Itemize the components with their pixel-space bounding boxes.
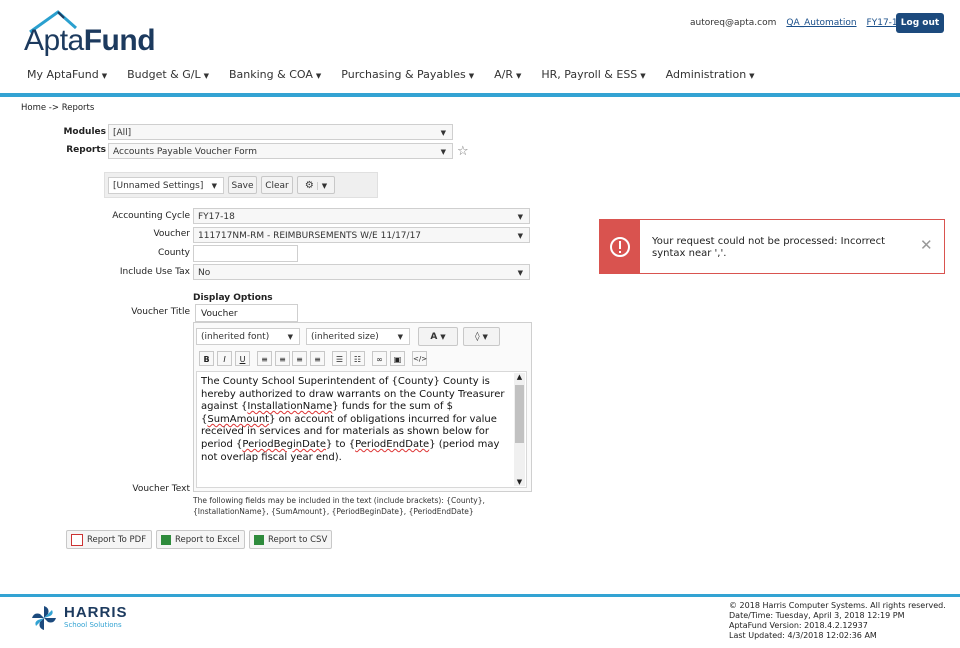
include-use-tax-select[interactable]: No ▼ (193, 264, 530, 280)
scroll-down-icon[interactable]: ▼ (514, 478, 525, 486)
gear-icon: ⚙ (304, 180, 314, 191)
fields-hint: The following fields may be included in … (193, 496, 485, 516)
nav-administration[interactable]: Administration ▼ (666, 68, 755, 81)
report-to-csv-button[interactable]: Report to CSV (249, 530, 332, 549)
voucher-text-label: Voucher Text (132, 484, 190, 494)
excel-icon (161, 534, 171, 545)
background-color-button[interactable]: ◊ ▼ (463, 327, 500, 346)
nav-my-aptafund[interactable]: My AptaFund ▼ (27, 68, 107, 81)
save-button[interactable]: Save (228, 176, 257, 194)
voucher-select[interactable]: 111717NM-RM - REIMBURSEMENTS W/E 11/17/1… (193, 227, 530, 243)
chevron-down-icon: ▼ (315, 72, 322, 80)
county-input[interactable] (193, 245, 298, 262)
user-link[interactable]: QA_Automation (786, 18, 856, 28)
chevron-down-icon: ▼ (749, 72, 755, 80)
include-use-tax-label: Include Use Tax (119, 267, 190, 277)
chevron-down-icon: ▼ (440, 333, 446, 341)
align-center-icon[interactable]: ≡ (275, 351, 290, 366)
fill-drop-icon: ◊ (475, 332, 480, 342)
chevron-down-icon: ▼ (440, 148, 446, 156)
font-family-select[interactable]: (inherited font) ▼ (196, 328, 300, 345)
italic-button[interactable]: I (217, 351, 232, 366)
chevron-down-icon: ▼ (316, 182, 328, 190)
voucher-text-body: The County School Superintendent of {Cou… (201, 376, 505, 463)
reports-select[interactable]: Accounts Payable Voucher Form ▼ (108, 143, 453, 159)
nav-hr-payroll-ess[interactable]: HR, Payroll & ESS ▼ (541, 68, 645, 81)
nav-ar[interactable]: A/R ▼ (494, 68, 521, 81)
breadcrumb[interactable]: Home -> Reports (21, 103, 94, 113)
close-icon[interactable]: ✕ (920, 236, 933, 254)
bold-button[interactable]: B (199, 351, 214, 366)
logo-text-light: Apta (24, 24, 84, 57)
harris-subtitle: School Solutions (64, 621, 122, 629)
voucher-title-input[interactable]: Voucher (195, 304, 298, 322)
harris-pinwheel-icon (32, 606, 56, 630)
display-options-heading: Display Options (193, 293, 273, 303)
chevron-down-icon: ▼ (517, 213, 523, 221)
county-label: County (157, 248, 190, 258)
logo-text-bold: Fund (83, 24, 156, 57)
logout-button[interactable]: Log out (896, 13, 944, 33)
aptafund-logo[interactable]: AptaFund (24, 10, 156, 58)
chevron-down-icon: ▼ (101, 72, 108, 80)
report-to-excel-button[interactable]: Report to Excel (156, 530, 245, 549)
voucher-title-label: Voucher Title (131, 307, 190, 317)
chevron-down-icon: ▼ (515, 72, 522, 80)
chevron-down-icon: ▼ (468, 72, 475, 80)
font-color-button[interactable]: A ▼ (418, 327, 458, 346)
voucher-label: Voucher (153, 229, 190, 239)
align-left-icon[interactable]: ≡ (257, 351, 272, 366)
error-alert: Your request could not be processed: Inc… (599, 219, 945, 274)
bullet-list-icon[interactable]: ☰ (332, 351, 347, 366)
footer-accent-bar (0, 594, 960, 597)
exclamation-circle-icon (610, 237, 630, 257)
alert-icon-panel (600, 220, 640, 273)
chevron-down-icon: ▼ (287, 333, 293, 341)
top-links: autoreq@apta.com QA_Automation FY17-18 (690, 18, 903, 28)
accounting-cycle-select[interactable]: FY17-18 ▼ (193, 208, 530, 224)
scrollbar-thumb[interactable] (515, 385, 524, 443)
report-to-pdf-button[interactable]: Report To PDF (66, 530, 152, 549)
chevron-down-icon: ▼ (482, 333, 488, 341)
error-message: Your request could not be processed: Inc… (652, 236, 885, 259)
editor-content-area[interactable]: The County School Superintendent of {Cou… (196, 371, 527, 488)
modules-select[interactable]: [All] ▼ (108, 124, 453, 140)
chevron-down-icon: ▼ (440, 129, 446, 137)
image-icon[interactable]: ▣ (390, 351, 405, 366)
link-icon[interactable]: ∞ (372, 351, 387, 366)
favorite-star-icon[interactable]: ☆ (457, 144, 469, 159)
align-justify-icon[interactable]: ≡ (310, 351, 325, 366)
nav-budget-gl[interactable]: Budget & G/L ▼ (127, 68, 209, 81)
settings-gear-button[interactable]: ⚙ ▼ (297, 176, 335, 194)
csv-icon (254, 534, 264, 545)
source-code-icon[interactable]: </> (412, 351, 427, 366)
pdf-icon (71, 533, 83, 546)
chevron-down-icon: ▼ (203, 72, 209, 80)
text-color-icon: A (430, 332, 438, 342)
chevron-down-icon: ▼ (640, 72, 646, 80)
clear-button[interactable]: Clear (261, 176, 293, 194)
harris-company-name: HARRIS (64, 604, 128, 621)
chevron-down-icon: ▼ (517, 269, 523, 277)
nav-banking-coa[interactable]: Banking & COA ▼ (229, 68, 321, 81)
reports-label: Reports (66, 145, 106, 155)
numbered-list-icon[interactable]: ☷ (350, 351, 365, 366)
modules-label: Modules (63, 127, 106, 137)
editor-scrollbar[interactable]: ▲ ▼ (514, 373, 525, 486)
chevron-down-icon: ▼ (397, 333, 403, 341)
main-nav: My AptaFund ▼ Budget & G/L ▼ Banking & COA… (27, 68, 775, 81)
harris-logo: HARRIS School Solutions (30, 604, 140, 634)
footer-info: © 2018 Harris Computer Systems. All righ… (729, 601, 946, 640)
nav-purchasing-payables[interactable]: Purchasing & Payables ▼ (341, 68, 474, 81)
chevron-down-icon: ▼ (211, 182, 217, 190)
font-size-select[interactable]: (inherited size) ▼ (306, 328, 410, 345)
scroll-up-icon[interactable]: ▲ (514, 373, 525, 383)
underline-button[interactable]: U (235, 351, 250, 366)
accounting-cycle-label: Accounting Cycle (112, 211, 190, 221)
header-accent-bar (0, 93, 960, 97)
saved-settings-select[interactable]: [Unnamed Settings] ▼ (108, 177, 224, 194)
user-email: autoreq@apta.com (690, 18, 777, 28)
align-right-icon[interactable]: ≡ (292, 351, 307, 366)
chevron-down-icon: ▼ (517, 232, 523, 240)
